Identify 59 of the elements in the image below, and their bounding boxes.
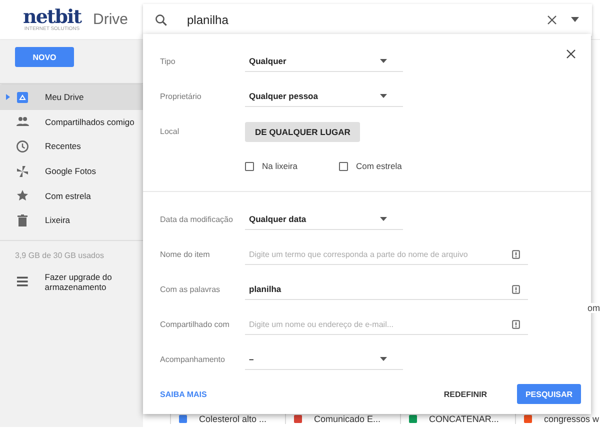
reset-button[interactable]: REDEFINIR [438, 388, 493, 400]
field-label: Tipo [160, 57, 176, 66]
file-icon [294, 415, 302, 423]
sidebar-item[interactable]: Com estrela [0, 183, 143, 208]
search-button[interactable]: PESQUISAR [517, 384, 581, 404]
drive-icon [16, 90, 29, 104]
input-field[interactable]: Digite um nome ou endereço de e-mail... [249, 320, 512, 328]
dropdown[interactable]: Qualquer data [245, 210, 403, 230]
new-button[interactable]: NOVO [15, 47, 74, 67]
search-icon[interactable] [155, 14, 167, 26]
sidebar-item[interactable]: Meu Drive [0, 85, 143, 110]
sidebar-item[interactable]: Recentes [0, 134, 143, 159]
checkbox-label: Na lixeira [262, 161, 298, 171]
field-label: Proprietário [160, 92, 202, 101]
field-label: Nome do item [160, 250, 211, 259]
sidebar-item[interactable]: Google Fotos [0, 158, 143, 184]
input-field[interactable]: Digite um termo que corresponda a parte do nome de arquivo [249, 250, 512, 258]
checkbox-label: Com estrela [356, 161, 402, 171]
star-icon [16, 189, 29, 202]
people-icon [16, 115, 29, 128]
alert-icon [512, 320, 520, 328]
close-icon[interactable] [566, 49, 576, 59]
field-label: Acompanhamento [160, 355, 226, 364]
trash-icon [16, 214, 29, 227]
caret-icon [380, 94, 387, 98]
dropdown[interactable]: – [245, 350, 403, 370]
caret-icon [380, 59, 387, 63]
sidebar-item[interactable]: Compartilhados comigo [0, 110, 143, 134]
caret-icon[interactable] [571, 17, 579, 22]
clear-icon[interactable] [547, 14, 557, 24]
alert-icon [512, 284, 520, 294]
field-label: Com as palavras [160, 285, 222, 294]
clock-icon [16, 140, 29, 153]
alert-icon [512, 250, 520, 258]
learn-more-link[interactable]: SAIBA MAIS [160, 390, 207, 398]
checkbox[interactable] [245, 162, 254, 170]
logo: netbit [23, 8, 81, 26]
file-icon [179, 415, 187, 423]
field-label: Compartilhado com [160, 320, 230, 329]
search-field[interactable]: planilha [185, 12, 547, 28]
sidebar-item[interactable]: Lixeira [0, 208, 143, 233]
upgrade-link[interactable]: Fazer upgrade do armazenamento [44, 272, 143, 292]
expand-caret-icon[interactable] [6, 94, 10, 100]
caret-icon [380, 357, 387, 361]
storage-text: 3,9 GB de 30 GB usados [14, 250, 105, 260]
input-field[interactable]: planilha [249, 284, 512, 294]
app-title: Drive [93, 11, 130, 28]
checkbox[interactable] [339, 162, 348, 170]
field-label: Local [160, 127, 180, 136]
list-icon[interactable] [16, 275, 29, 288]
caret-icon [380, 217, 387, 221]
file-icon [409, 415, 417, 423]
text-fragment: om [586, 303, 600, 313]
field-label: Data da modificação [160, 215, 234, 224]
dropdown[interactable]: Qualquer [245, 52, 403, 72]
dropdown[interactable]: Qualquer pessoa [245, 86, 403, 106]
pinwheel-icon [16, 164, 29, 178]
location-button[interactable]: DE QUALQUER LUGAR [245, 122, 360, 142]
file-icon [524, 415, 532, 423]
